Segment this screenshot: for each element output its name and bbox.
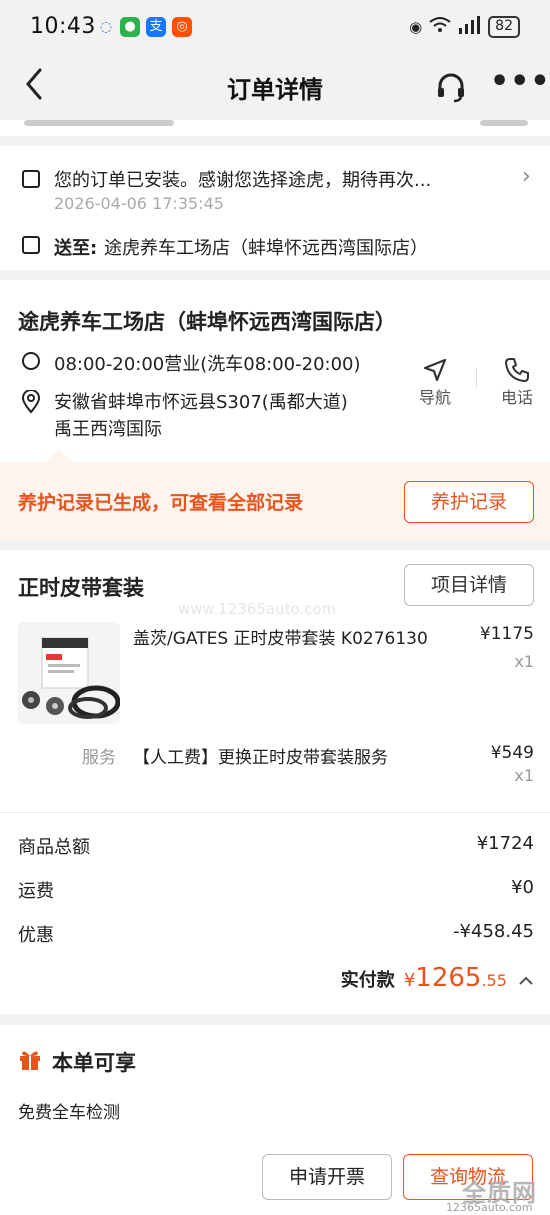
phone-icon — [492, 356, 542, 384]
wifi-icon — [428, 16, 452, 38]
corner-watermark-url: 12365auto.com — [446, 1201, 533, 1214]
alipay-icon: 支 — [146, 17, 166, 37]
location-pin-icon — [21, 389, 41, 418]
navigate-button[interactable]: 导航 — [410, 356, 460, 408]
summary-label-subtotal: 商品总额 — [18, 837, 90, 858]
divider — [476, 368, 477, 388]
store-hours: 08:00-20:00营业(洗车08:00-20:00) — [54, 354, 361, 375]
service-price: ¥549 — [490, 743, 534, 763]
notification-icon: ◌ — [99, 19, 113, 35]
taobao-icon: ◎ — [172, 17, 192, 37]
delivery-label: 送至: — [54, 238, 98, 259]
maintenance-record-button[interactable]: 养护记录 — [404, 481, 534, 523]
request-invoice-button[interactable]: 申请开票 — [262, 1154, 392, 1200]
call-label: 电话 — [500, 388, 533, 407]
battery-indicator: 82 — [488, 16, 520, 38]
summary-value-subtotal: ¥1724 — [476, 833, 534, 854]
paid-amount[interactable]: 实付款 ¥1265.55 — [341, 963, 534, 993]
clock-icon — [22, 352, 40, 370]
nav-bar: 订单详情 ••• — [0, 56, 550, 120]
benefits-title: 本单可享 — [52, 1051, 136, 1075]
order-status-card[interactable]: 您的订单已安装。感谢您选择途虎，期待再次... › 2026-04-06 17:… — [0, 146, 550, 270]
status-bar: 10:43 ◌ ● 支 ◎ ◉ 82 — [0, 0, 550, 56]
paid-label: 实付款 — [340, 970, 395, 991]
product-image[interactable] — [18, 622, 120, 724]
status-time: 10:43 — [30, 14, 96, 39]
product-qty: x1 — [514, 652, 534, 671]
chevron-up-icon — [518, 972, 534, 991]
navigation-arrow-icon — [410, 356, 460, 384]
signal-icon — [458, 16, 482, 38]
delivery-value: 途虎养车工场店（蚌埠怀远西湾国际店） — [104, 238, 428, 259]
navigate-label: 导航 — [418, 388, 451, 407]
chevron-right-icon: › — [522, 164, 531, 189]
service-qty: x1 — [514, 766, 534, 785]
scrolled-content-peek — [0, 120, 550, 136]
delivery-icon — [22, 236, 40, 254]
gift-icon — [18, 1047, 42, 1075]
package-title: 正时皮带套装 — [18, 576, 144, 600]
service-name: 【人工费】更换正时皮带套装服务 — [133, 748, 388, 768]
store-address-line2: 禹王西湾国际 — [54, 419, 162, 440]
summary-label-discount: 优惠 — [18, 925, 54, 946]
order-status-message: 您的订单已安装。感谢您选择途虎，期待再次... — [54, 170, 432, 191]
wechat-icon: ● — [120, 17, 140, 37]
call-button[interactable]: 电话 — [492, 356, 542, 408]
maintenance-message: 养护记录已生成，可查看全部记录 — [18, 492, 304, 514]
price-summary-card: 商品总额 ¥1724 运费 ¥0 优惠 -¥458.45 实付款 ¥1265.5… — [0, 812, 550, 1014]
store-name: 途虎养车工场店（蚌埠怀远西湾国际店） — [18, 310, 396, 334]
status-indicators: ◉ 82 — [409, 16, 520, 38]
summary-value-discount: -¥458.45 — [453, 921, 534, 942]
item-details-button[interactable]: 项目详情 — [404, 564, 534, 606]
store-address-line1: 安徽省蚌埠市怀远县S307(禹都大道) — [54, 392, 348, 413]
product-price: ¥1175 — [479, 624, 534, 644]
benefit-item: 免费全车检测 — [18, 1103, 120, 1123]
summary-label-shipping: 运费 — [18, 881, 54, 902]
summary-value-shipping: ¥0 — [511, 877, 534, 898]
watermark-text: www.12365auto.com — [178, 600, 337, 618]
eye-icon: ◉ — [409, 18, 423, 36]
maintenance-record-banner: 养护记录已生成，可查看全部记录 养护记录 — [0, 449, 550, 540]
paid-decimal: .55 — [481, 971, 507, 990]
product-name: 盖茨/GATES 正时皮带套装 K0276130 — [133, 629, 428, 649]
service-tag: 服务 — [82, 748, 116, 768]
paid-currency: ¥ — [403, 970, 416, 991]
customer-service-icon[interactable] — [434, 70, 468, 104]
order-status-timestamp: 2026-04-06 17:35:45 — [54, 194, 224, 213]
paid-integer: 1265 — [415, 963, 482, 993]
order-status-icon — [22, 170, 40, 188]
benefits-card: 本单可享 免费全车检测 申请开票 查询物流 全质网 12365auto.com — [0, 1025, 550, 1215]
more-options-icon[interactable]: ••• — [490, 64, 550, 99]
